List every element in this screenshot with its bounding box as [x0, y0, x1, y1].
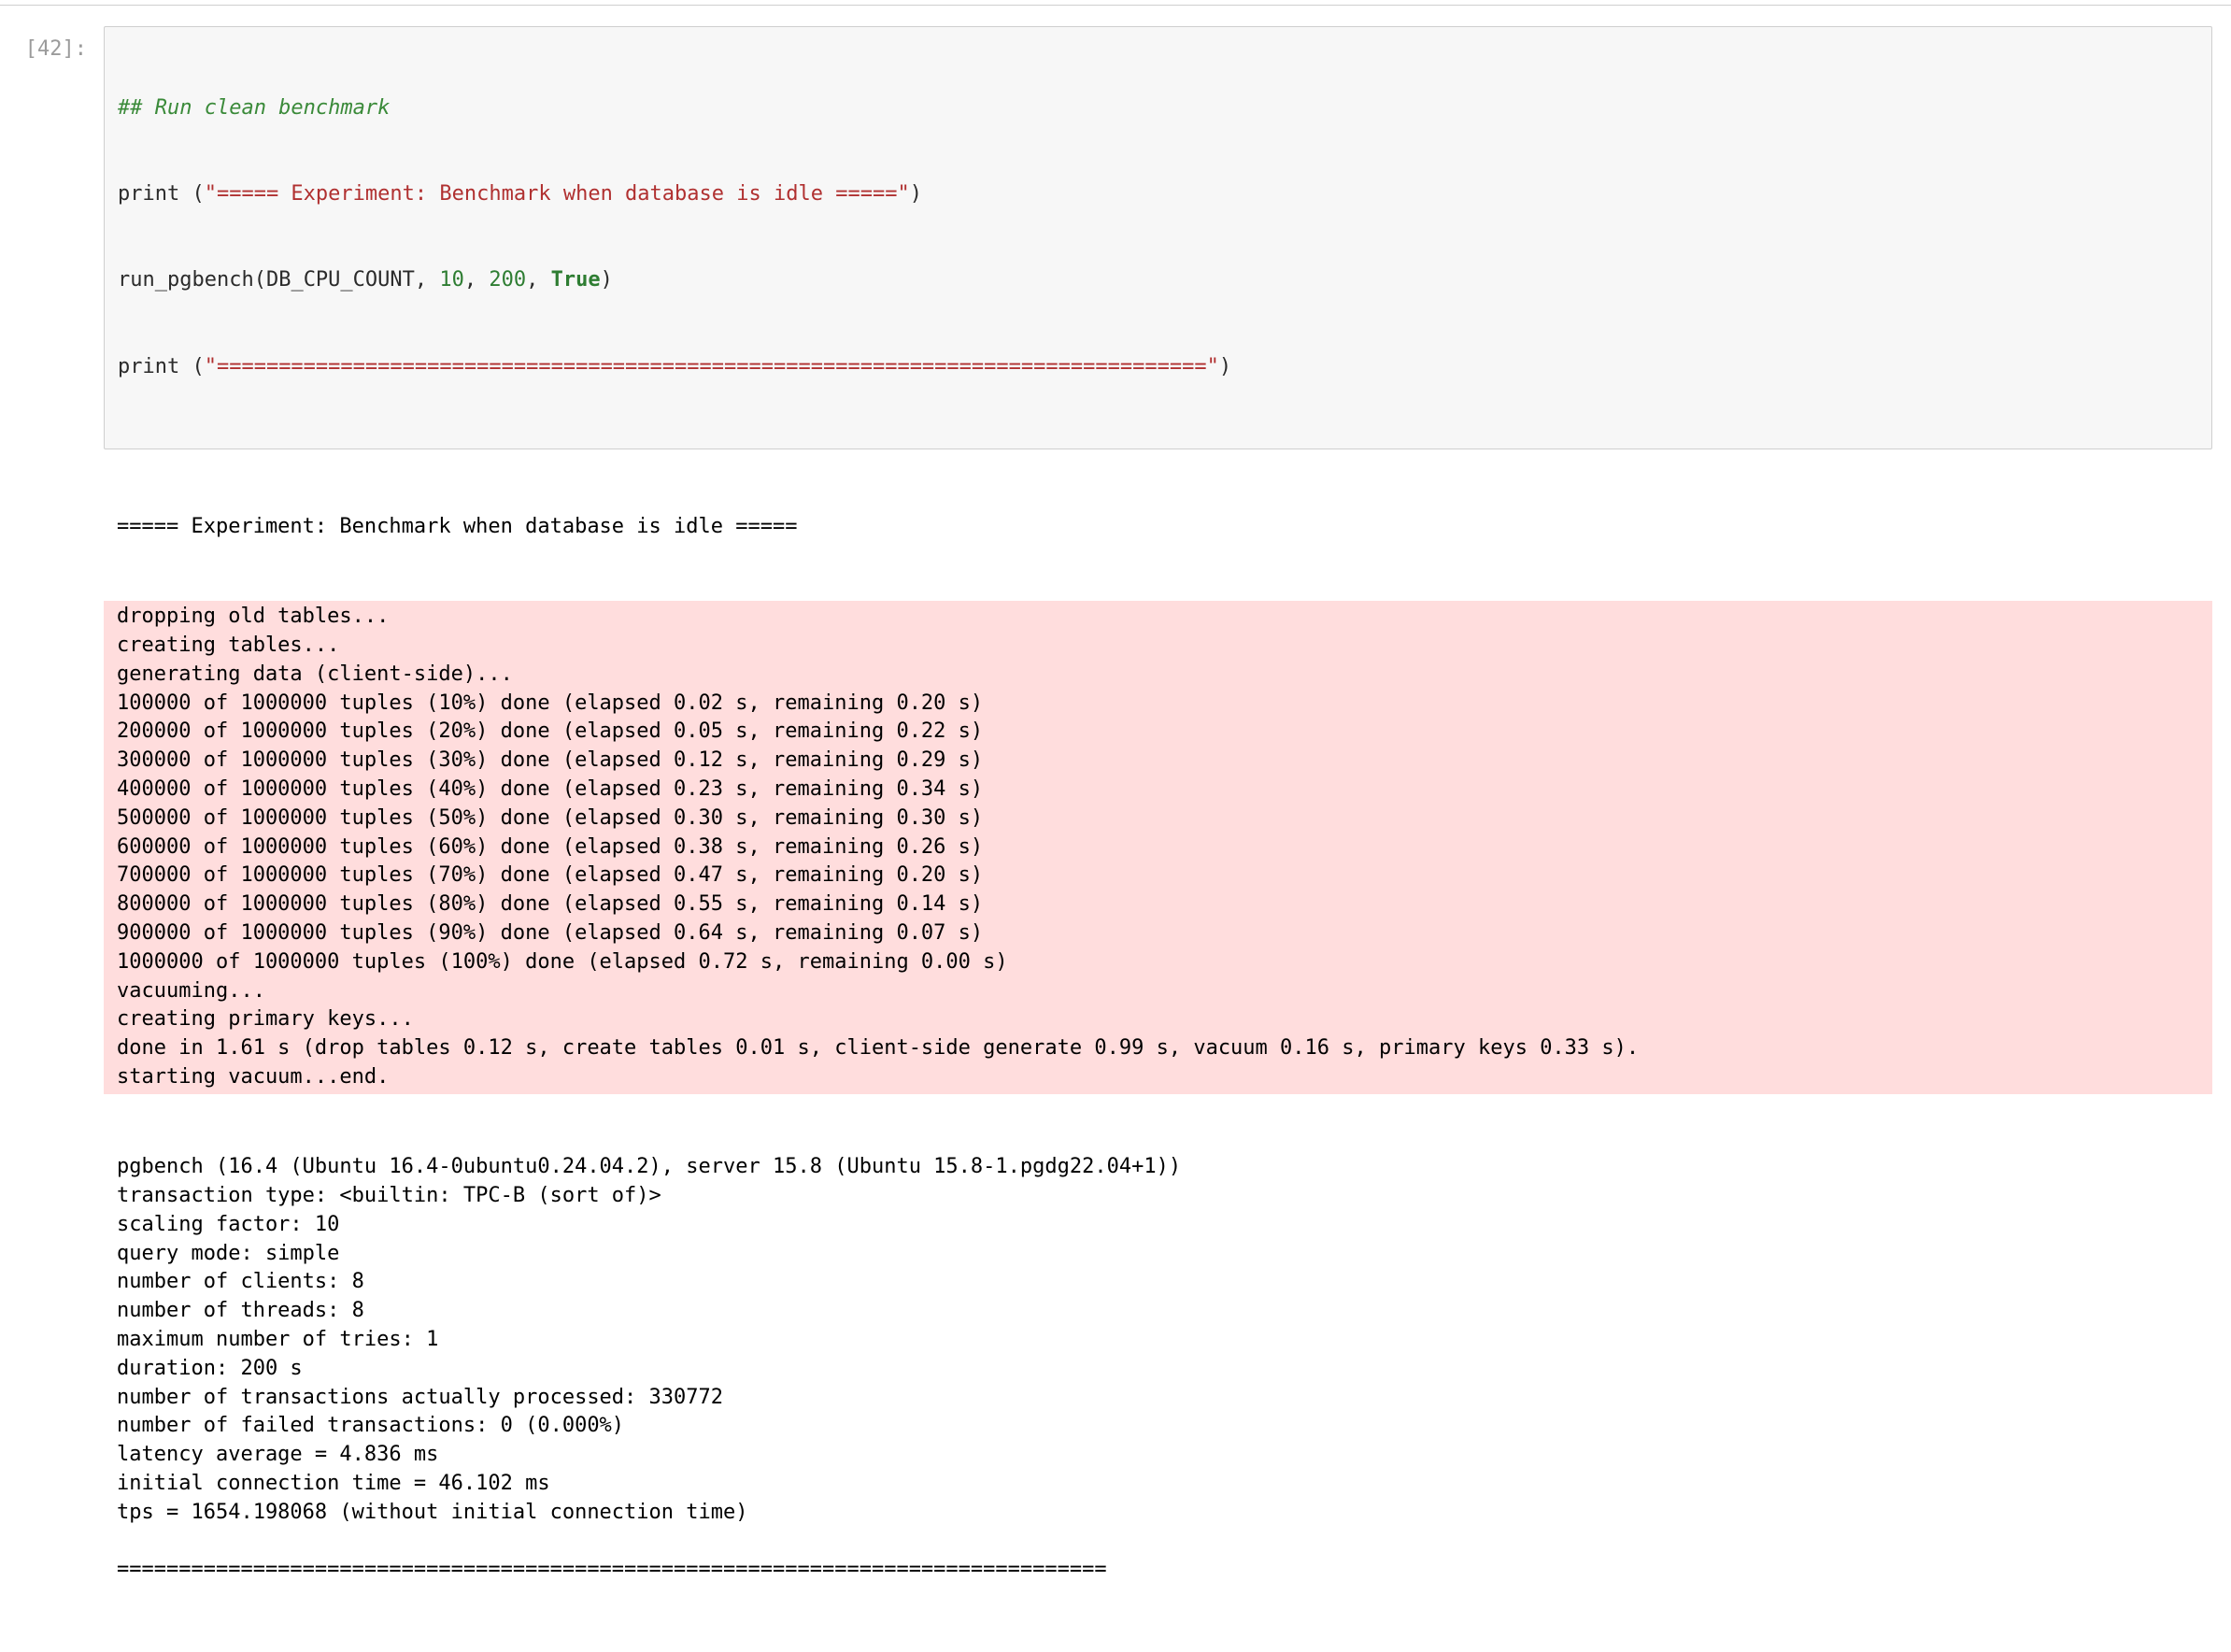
- code-print2-open: print (: [118, 355, 205, 378]
- page-top-divider: [0, 0, 2231, 6]
- code-print2-str: "=======================================…: [205, 355, 1219, 378]
- code-print2-close: ): [1219, 355, 1231, 378]
- code-print1-close: ): [910, 182, 922, 206]
- code-comment: ## Run clean benchmark: [118, 96, 390, 120]
- notebook-page: [42]: ## Run clean benchmark print ("===…: [0, 0, 2231, 1652]
- code-run-close: ): [601, 268, 613, 292]
- code-comma2: ,: [464, 268, 490, 292]
- code-cell: [42]: ## Run clean benchmark print ("===…: [0, 26, 2231, 1652]
- output-header: ===== Experiment: Benchmark when databas…: [104, 509, 2212, 544]
- output-stdout: pgbench (16.4 (Ubuntu 16.4-0ubuntu0.24.0…: [104, 1151, 2212, 1594]
- code-arg3: 200: [489, 268, 526, 292]
- code-run-open: (: [254, 268, 266, 292]
- code-input-area[interactable]: ## Run clean benchmark print ("===== Exp…: [104, 26, 2212, 449]
- code-comma3: ,: [526, 268, 551, 292]
- code-arg4: True: [551, 268, 601, 292]
- code-print1-str: "===== Experiment: Benchmark when databa…: [205, 182, 910, 206]
- input-prompt: [42]:: [3, 36, 96, 64]
- code-comma1: ,: [415, 268, 440, 292]
- code-arg1: DB_CPU_COUNT: [266, 268, 415, 292]
- output-area: ===== Experiment: Benchmark when databas…: [104, 451, 2212, 1652]
- code-arg2: 10: [439, 268, 464, 292]
- output-stderr: dropping old tables... creating tables..…: [104, 601, 2212, 1094]
- code-print1-open: print (: [118, 182, 205, 206]
- code-run-name: run_pgbench: [118, 268, 254, 292]
